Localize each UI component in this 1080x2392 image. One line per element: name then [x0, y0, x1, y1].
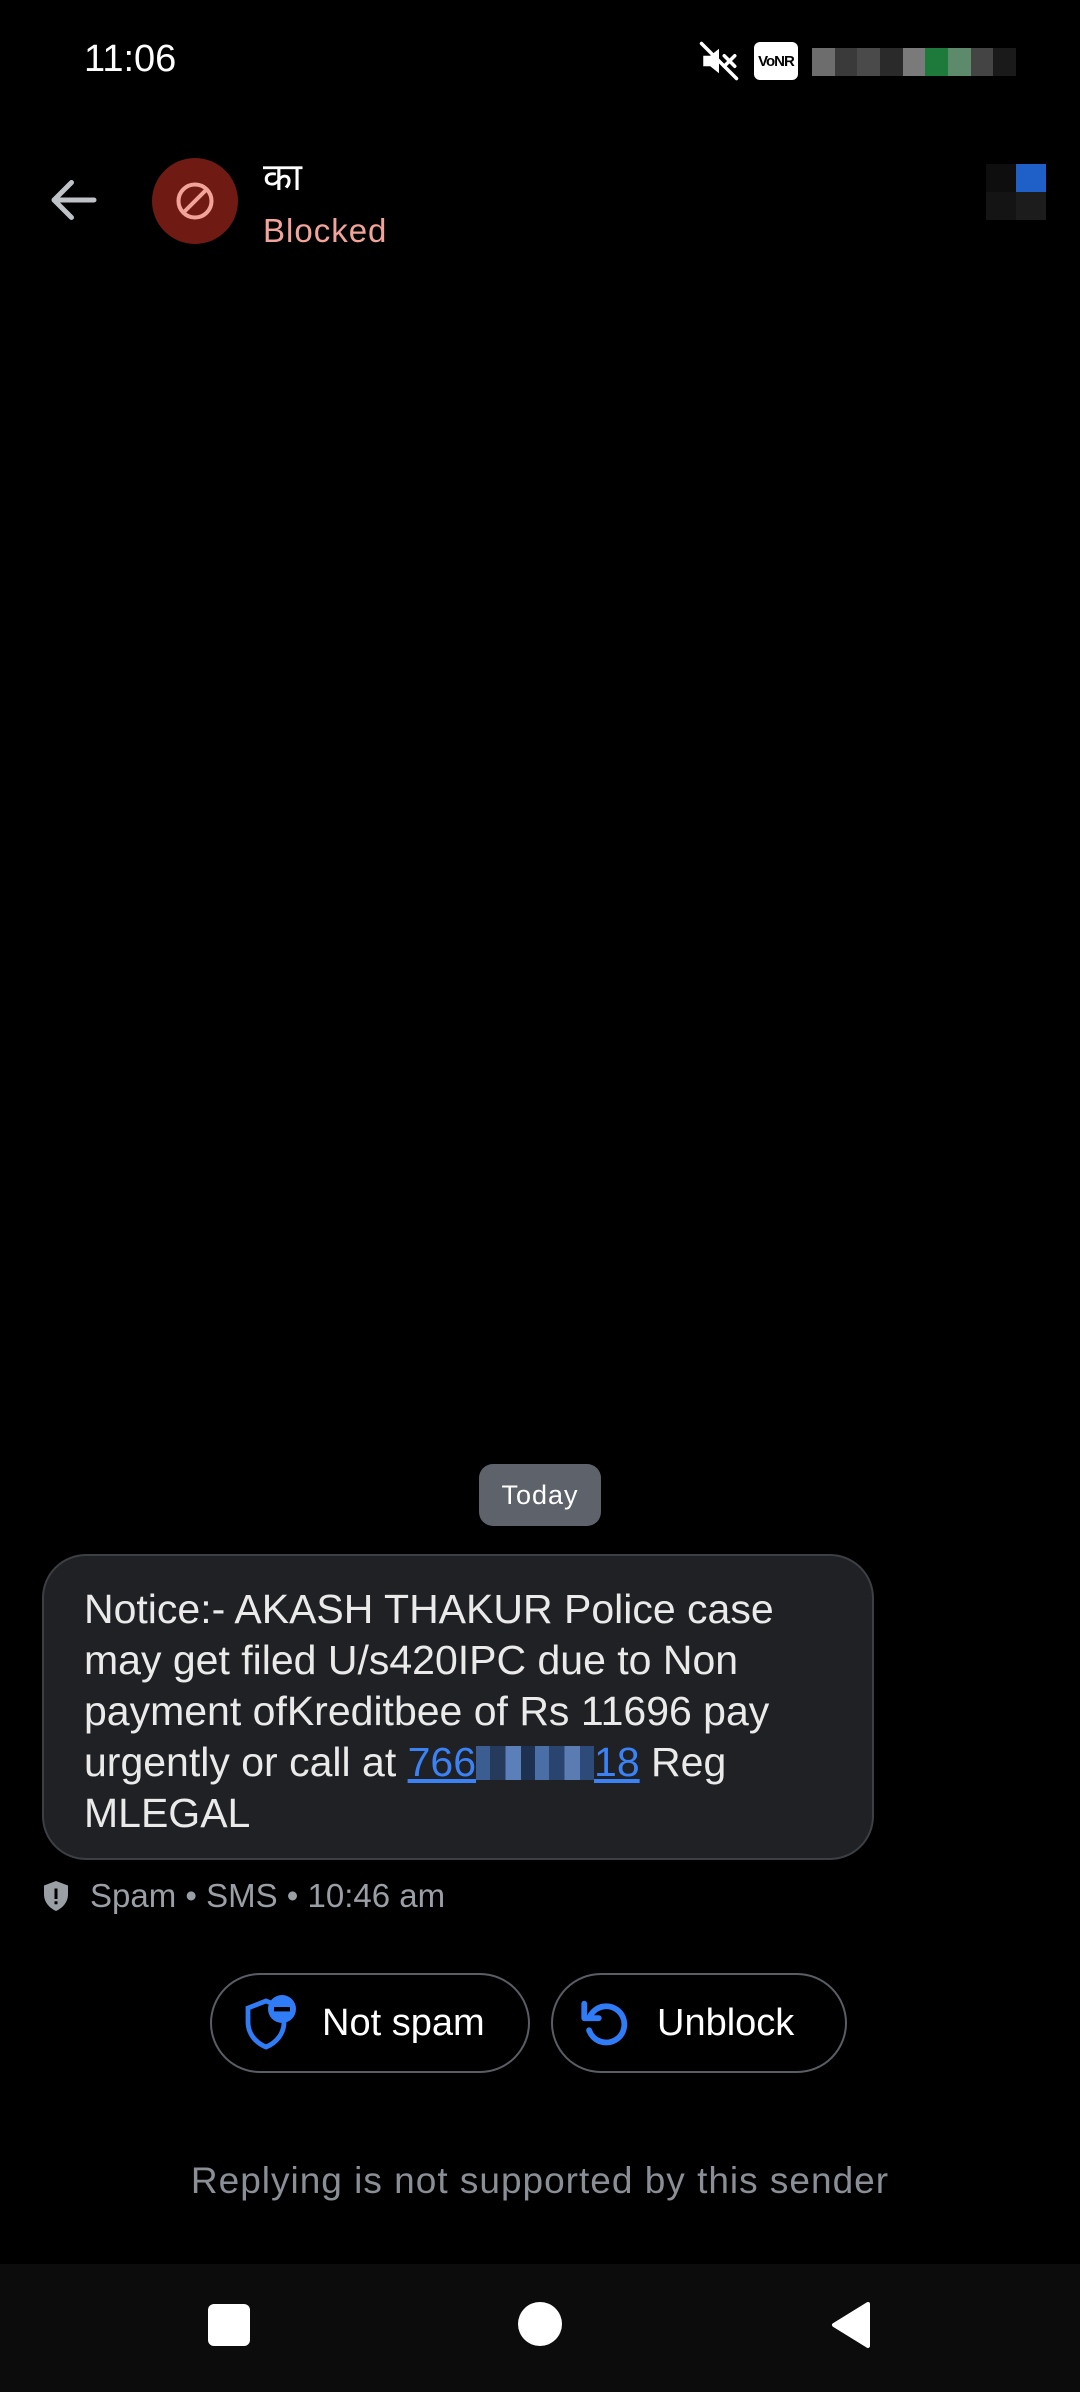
contact-name[interactable]: का: [263, 150, 302, 202]
shield-alert-icon: [44, 1881, 68, 1911]
home-button[interactable]: [518, 2302, 562, 2346]
phone-link[interactable]: 766 18: [408, 1739, 640, 1785]
redacted-digits: [476, 1746, 595, 1780]
header-action-obscured[interactable]: [986, 164, 1046, 220]
message-bubble[interactable]: Notice:- AKASH THAKUR Police case may ge…: [42, 1554, 874, 1860]
message-meta: Spam • SMS • 10:46 am: [38, 1876, 445, 1916]
reply-not-supported-note: Replying is not supported by this sender: [190, 2160, 890, 2201]
meta-text: Spam • SMS • 10:46 am: [90, 1877, 446, 1914]
status-icons-obscured: [812, 48, 1017, 76]
nav-back-button[interactable]: [828, 2300, 872, 2350]
date-chip: Today: [479, 1464, 601, 1526]
back-arrow-icon[interactable]: [44, 170, 104, 230]
mute-icon: [699, 41, 739, 81]
status-time: 11:06: [84, 38, 177, 80]
unblock-button[interactable]: Unblock: [551, 1973, 847, 2073]
unblock-label: Unblock: [657, 2001, 795, 2044]
recents-button[interactable]: [208, 2304, 250, 2346]
avatar[interactable]: [152, 158, 238, 244]
blocked-icon: [176, 182, 214, 220]
contact-status: Blocked: [263, 212, 388, 249]
not-spam-label: Not spam: [322, 2001, 485, 2044]
refresh-icon: [581, 2000, 628, 2046]
vonr-badge: VoNR: [754, 42, 798, 80]
shield-minus-icon: [245, 1995, 296, 2050]
not-spam-button[interactable]: Not spam: [210, 1973, 530, 2073]
message-text: Notice:- AKASH THAKUR Police case may ge…: [84, 1586, 774, 1836]
